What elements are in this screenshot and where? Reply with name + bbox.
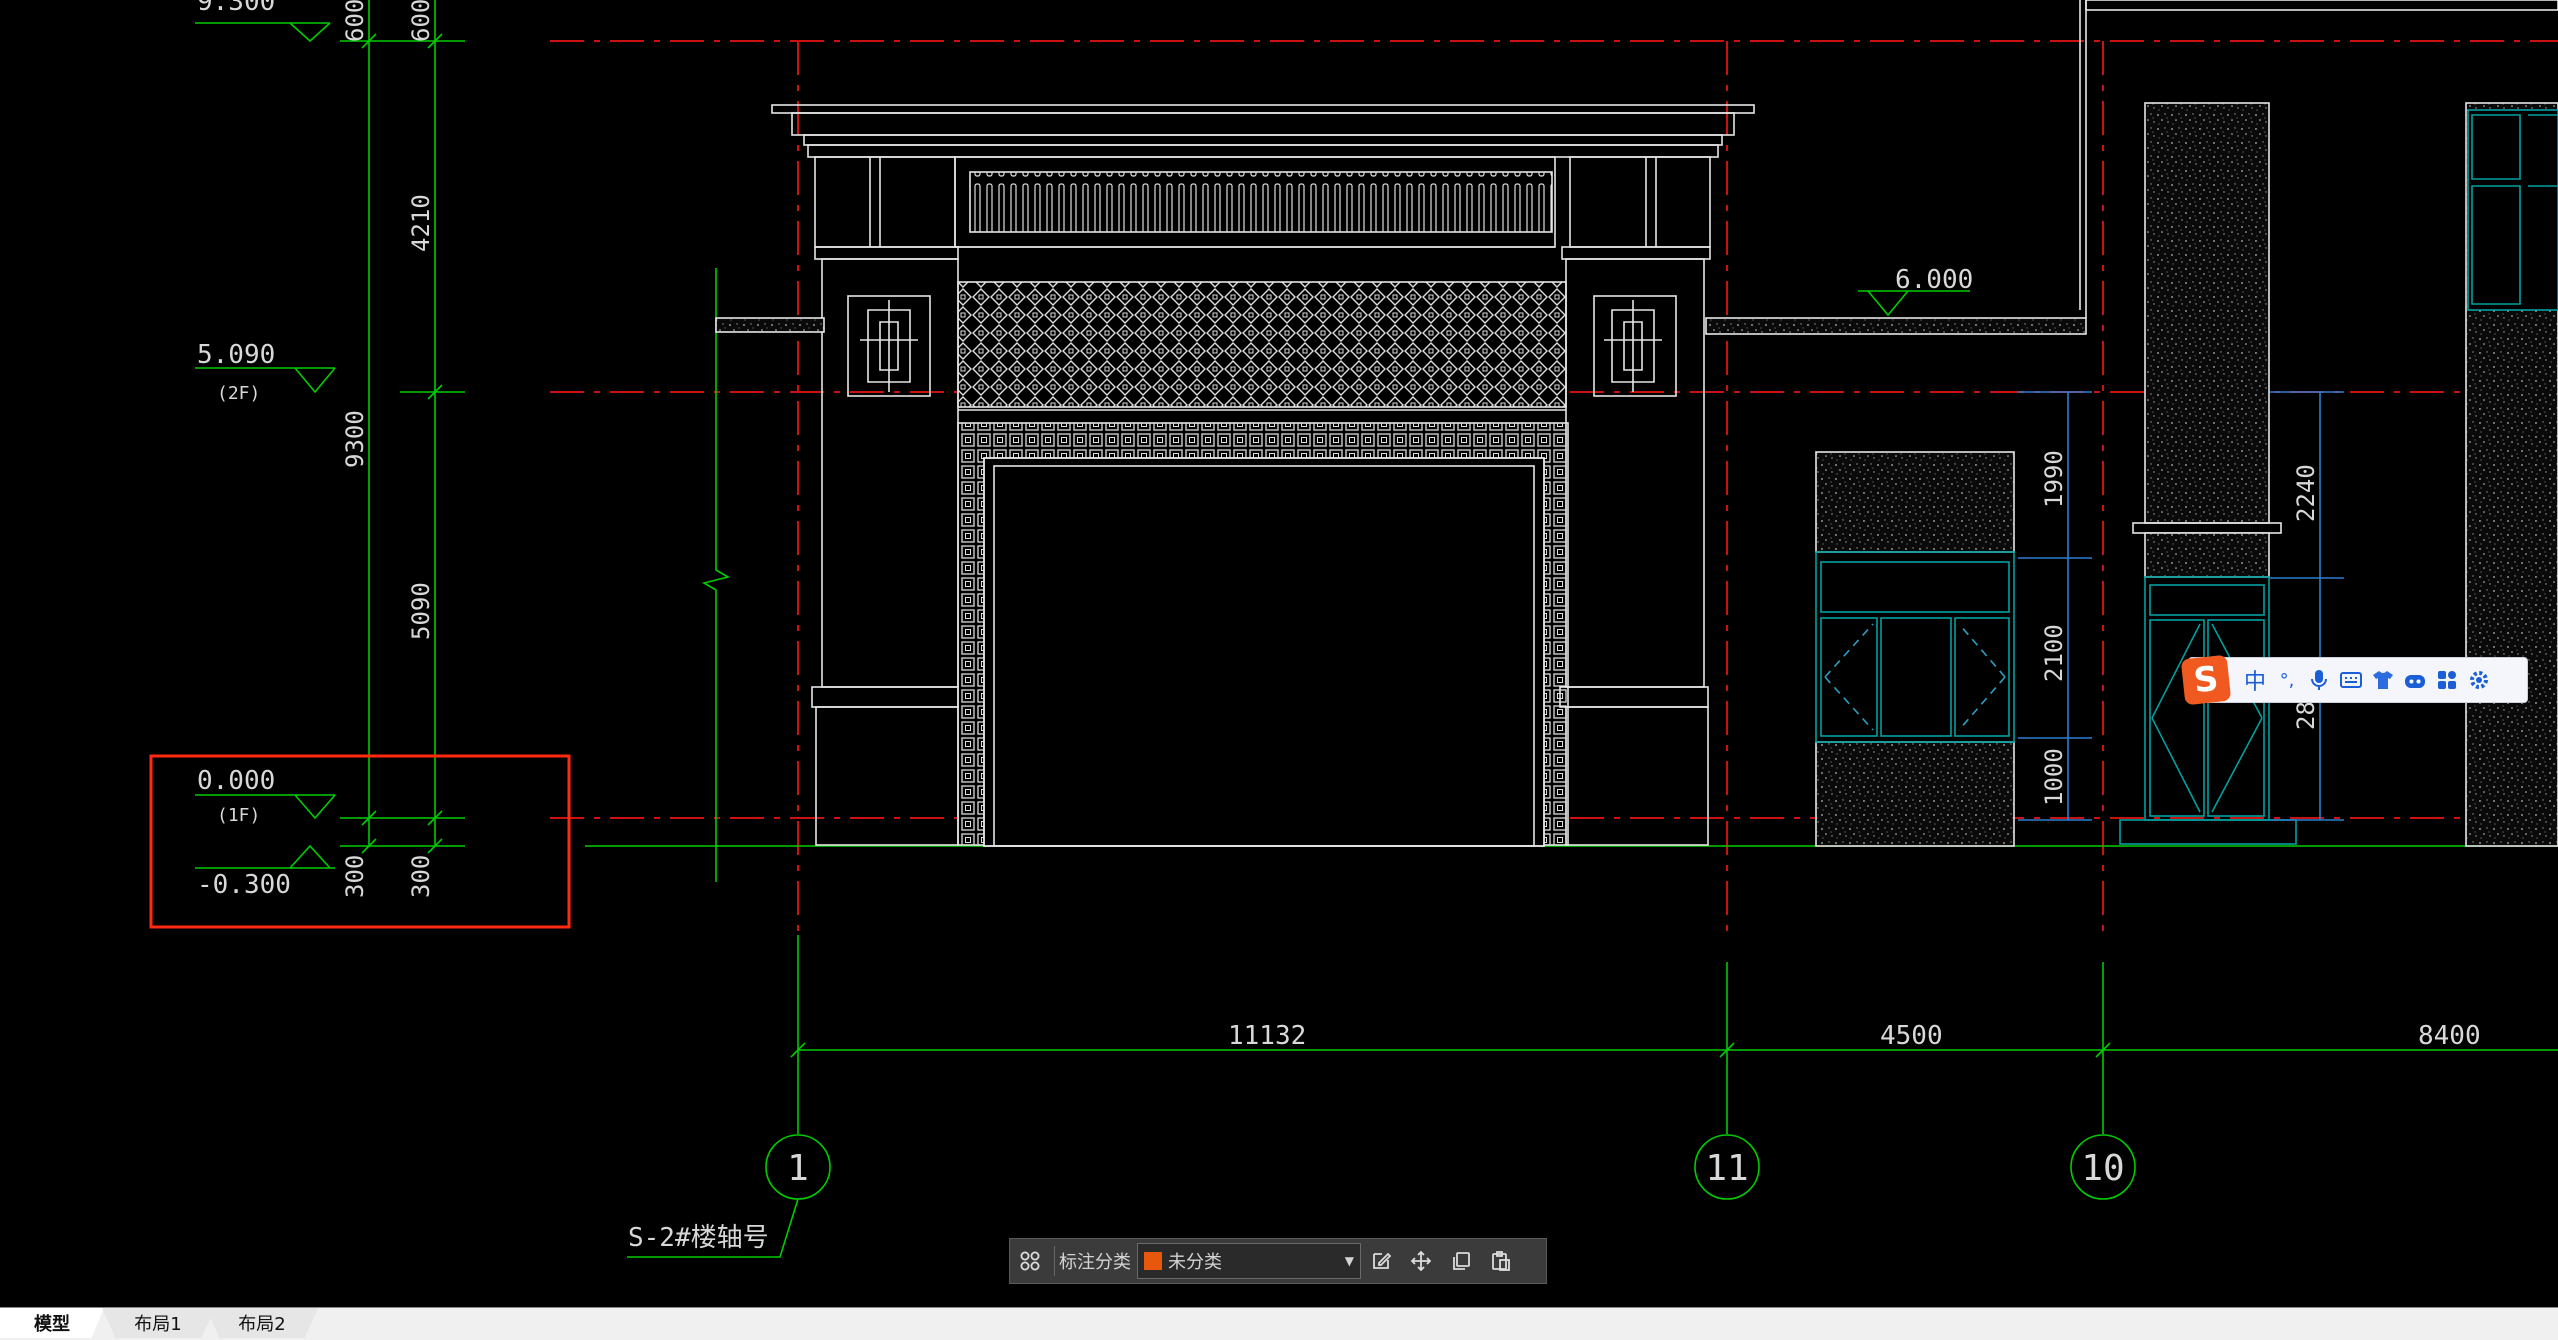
left-dim-values: 600 9300 300 600 4210 5090 300 <box>341 0 435 898</box>
axis-note: S-2#楼轴号 <box>628 1223 769 1253</box>
axis-dim-8400: 8400 <box>2418 1021 2481 1051</box>
settings-icon[interactable] <box>2463 660 2495 700</box>
microphone-icon[interactable] <box>2303 660 2335 700</box>
axis-label-11: 11 <box>1705 1148 1748 1189</box>
move-icon[interactable] <box>1401 1241 1441 1281</box>
ime-toolbar: S 中 °, <box>2180 654 2528 706</box>
right-buildings <box>1815 102 2558 847</box>
dim-right-28: 28 <box>2292 701 2320 730</box>
axis-dimension-line <box>627 935 2558 1258</box>
axis-label-10: 10 <box>2081 1148 2124 1189</box>
annotation-toolbar: 标注分类 未分类 ▼ <box>1009 1238 1547 1284</box>
level-label-9300: 9.300 <box>197 0 275 17</box>
level-floor-2f: (2F) <box>217 383 260 404</box>
category-value: 未分类 <box>1168 1252 1222 1273</box>
annotation-category-label: 标注分类 <box>1059 1252 1131 1273</box>
elevation-6000: 6.000 <box>1895 265 1973 295</box>
skin-icon[interactable] <box>2367 660 2399 700</box>
gate-facade <box>715 0 2558 847</box>
dim-outer-300: 300 <box>341 855 369 898</box>
dim-right-1990: 1990 <box>2040 450 2068 508</box>
tab-layout-2[interactable]: 布局2 <box>206 1308 318 1338</box>
copy-icon[interactable] <box>1441 1241 1481 1281</box>
chevron-down-icon: ▼ <box>1344 1254 1354 1268</box>
tab-layout-1[interactable]: 布局1 <box>102 1308 215 1338</box>
axis-label-1: 1 <box>787 1148 809 1189</box>
ime-mode-toggle[interactable]: 中 <box>2239 660 2271 700</box>
dim-outer-9300: 9300 <box>341 410 369 468</box>
dim-inner-4210: 4210 <box>407 194 435 252</box>
paste-icon[interactable] <box>1481 1241 1521 1281</box>
level-floor-1f: (1F) <box>217 805 260 826</box>
toolbox-icon[interactable] <box>2431 660 2463 700</box>
axis-dim-4500: 4500 <box>1880 1021 1943 1051</box>
axis-dim-11132: 11132 <box>1228 1021 1306 1051</box>
dim-right-2100: 2100 <box>2040 624 2068 682</box>
layout-tab-bar: 模型 布局1 布局2 <box>0 1307 2558 1340</box>
left-level-labels: 9.300 5.090 (2F) 0.000 (1F) -0.300 <box>197 0 291 900</box>
category-dropdown[interactable]: 未分类 ▼ <box>1137 1243 1361 1279</box>
dim-outer-600: 600 <box>341 0 369 42</box>
grid-icon[interactable] <box>1010 1241 1050 1281</box>
ime-punct-toggle[interactable]: °, <box>2271 660 2303 700</box>
level-label-5090: 5.090 <box>197 340 275 370</box>
level-label-neg0300: -0.300 <box>197 870 291 900</box>
tab-model[interactable]: 模型 <box>0 1308 104 1338</box>
dim-right-1000: 1000 <box>2040 748 2068 806</box>
category-color-swatch <box>1144 1252 1162 1270</box>
axis-labels: 11132 4500 8400 1 11 10 S-2#楼轴号 <box>628 1021 2481 1253</box>
edit-icon[interactable] <box>1361 1241 1401 1281</box>
level-label-0000: 0.000 <box>197 766 275 796</box>
dim-inner-600: 600 <box>407 0 435 42</box>
cad-canvas[interactable]: 9.300 5.090 (2F) 0.000 (1F) -0.300 600 9… <box>0 0 2558 1305</box>
ime-logo[interactable]: S <box>2180 654 2232 706</box>
toolbar-separator <box>1054 1246 1055 1276</box>
keyboard-icon[interactable] <box>2335 660 2367 700</box>
dim-inner-5090: 5090 <box>407 582 435 640</box>
dim-inner-300: 300 <box>407 855 435 898</box>
dim-right-2240: 2240 <box>2292 464 2320 522</box>
robot-icon[interactable] <box>2399 660 2431 700</box>
